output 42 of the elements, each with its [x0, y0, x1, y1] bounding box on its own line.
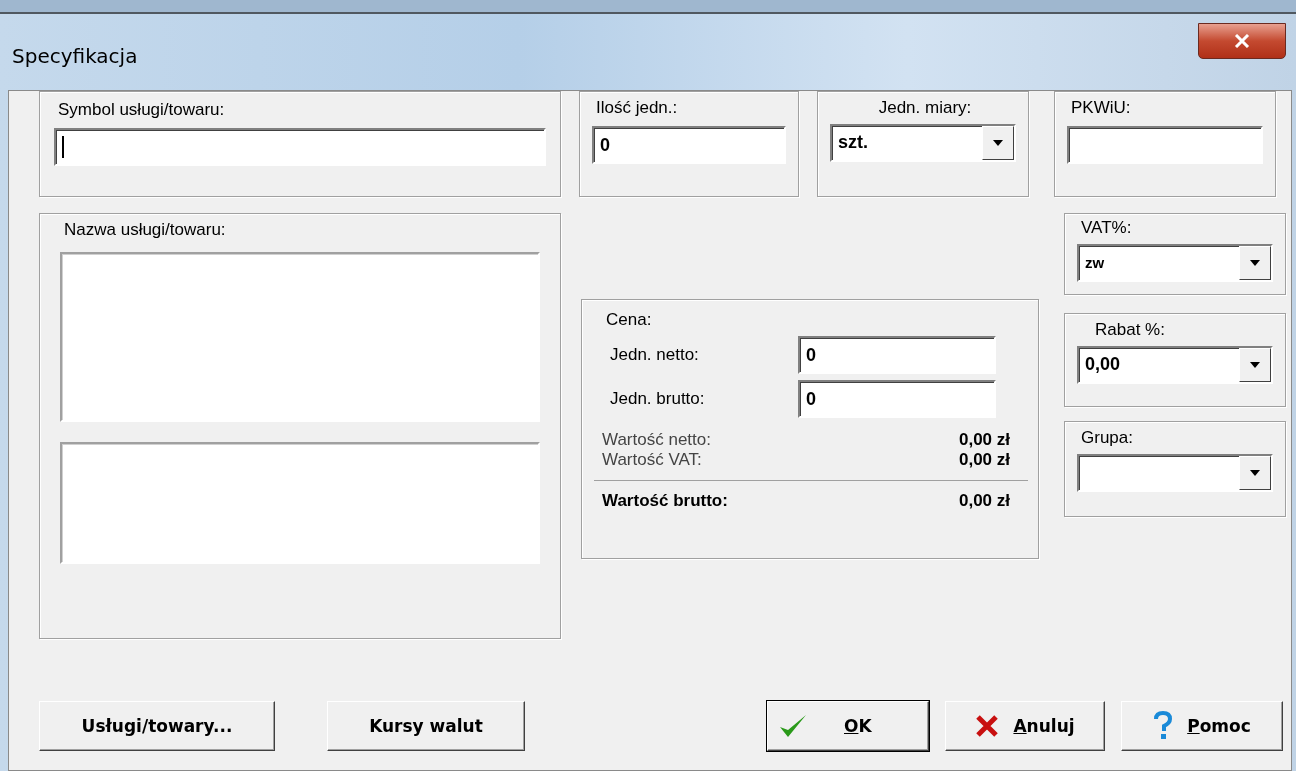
- total-label: Wartość brutto:: [602, 491, 728, 511]
- field-label: PKWiU:: [1071, 98, 1131, 118]
- discount-dropdown[interactable]: 0,00: [1077, 346, 1273, 384]
- field-label: VAT%:: [1081, 218, 1132, 238]
- dialog-button[interactable]: Anuluj: [945, 701, 1105, 751]
- field-label: Nazwa usługi/towaru:: [64, 220, 226, 240]
- total-value: 0,00 zł: [958, 491, 1010, 511]
- dropdown-arrow-icon: [1250, 362, 1260, 368]
- dialog-button[interactable]: Usługi/towary...: [39, 701, 275, 751]
- help-icon: [1153, 711, 1174, 741]
- close-icon: [1234, 34, 1250, 48]
- symbol-field[interactable]: [54, 128, 546, 166]
- dialog-button[interactable]: OK: [767, 701, 929, 751]
- total-label: Wartość netto:: [602, 430, 711, 450]
- field-label: Jedn. netto:: [610, 345, 700, 365]
- window-title: Specyfikacja: [12, 44, 138, 68]
- field-label: Jedn. miary:: [878, 98, 972, 118]
- group-dropdown[interactable]: [1077, 454, 1273, 492]
- field-label: Grupa:: [1081, 428, 1133, 448]
- dropdown-arrow-icon: [1250, 260, 1260, 266]
- dropdown-arrow-icon: [993, 140, 1003, 146]
- dropdown-arrow-icon: [1250, 470, 1260, 476]
- field-label: Jedn. brutto:: [610, 389, 706, 409]
- dialog-button[interactable]: Kursy walut: [327, 701, 525, 751]
- price-field[interactable]: 0: [798, 380, 996, 418]
- description-text-area[interactable]: [60, 442, 540, 564]
- vat-dropdown[interactable]: zw: [1077, 244, 1273, 282]
- field-label: Ilość jedn.:: [596, 98, 678, 118]
- close-button[interactable]: [1198, 23, 1286, 59]
- field-label: Rabat %:: [1095, 320, 1165, 340]
- price-field[interactable]: 0: [798, 336, 996, 374]
- total-value: 0,00 zł: [958, 430, 1010, 450]
- unit-dropdown[interactable]: szt.: [830, 124, 1016, 162]
- quantity-field[interactable]: 0: [592, 126, 786, 164]
- total-label: Wartość VAT:: [602, 450, 702, 470]
- cross-icon: [975, 714, 1000, 738]
- dialog-button[interactable]: Pomoc: [1121, 701, 1283, 751]
- price-heading: Cena:: [606, 310, 652, 330]
- field-label: Symbol usługi/towaru:: [58, 100, 225, 120]
- check-icon: [778, 713, 808, 739]
- pkwiu-field[interactable]: [1067, 126, 1263, 164]
- total-value: 0,00 zł: [958, 450, 1010, 470]
